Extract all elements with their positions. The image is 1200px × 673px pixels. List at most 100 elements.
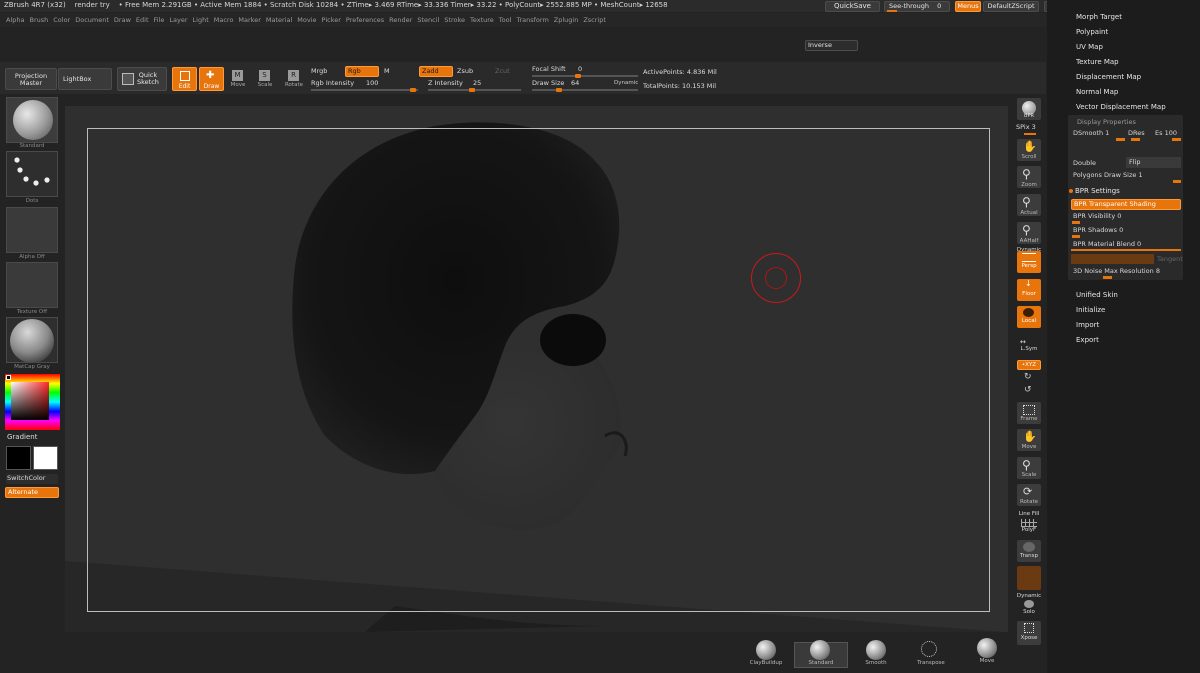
menus-toggle[interactable]: Menus [955, 1, 981, 12]
flip-button[interactable]: Flip [1126, 157, 1181, 168]
menu-zscript[interactable]: Zscript [583, 13, 606, 27]
menu-preferences[interactable]: Preferences [346, 13, 384, 27]
move-tool-button[interactable]: M Move [228, 68, 248, 90]
linefill-polyf-button[interactable]: Line Fill PolyF [1015, 511, 1043, 535]
color-saturation-square[interactable] [11, 382, 49, 420]
menu-document[interactable]: Document [75, 13, 109, 27]
brush-thumbnail[interactable] [6, 97, 58, 143]
subpalette-import[interactable]: Import [1076, 321, 1099, 329]
zadd-button[interactable]: Zadd [419, 66, 453, 77]
subpalette-polypaint[interactable]: Polypaint [1076, 28, 1108, 36]
menu-layer[interactable]: Layer [169, 13, 187, 27]
subpalette-normal-map[interactable]: Normal Map [1076, 88, 1118, 96]
menu-marker[interactable]: Marker [238, 13, 260, 27]
rgb-button[interactable]: Rgb [345, 66, 379, 77]
smooth-brush[interactable] [866, 640, 886, 660]
see-through-slider[interactable]: See-through 0 [884, 1, 950, 12]
m-button[interactable]: M [384, 67, 414, 77]
quicksave-button[interactable]: QuickSave [825, 1, 880, 12]
menu-file[interactable]: File [154, 13, 165, 27]
edit-button[interactable]: Edit [172, 67, 197, 91]
subpalette-initialize[interactable]: Initialize [1076, 306, 1105, 314]
projection-master-button[interactable]: Projection Master [5, 68, 57, 90]
spix-slider[interactable]: SPix 3 [1016, 123, 1044, 135]
alpha-thumbnail[interactable] [6, 207, 58, 253]
menu-material[interactable]: Material [266, 13, 292, 27]
rgb-intensity-slider[interactable]: Rgb Intensity 100 [311, 79, 418, 92]
bpr-visibility-slider[interactable]: BPR Visibility 0 [1073, 212, 1121, 220]
bpr-transparent-shading-toggle[interactable]: BPR Transparent Shading [1071, 199, 1181, 210]
move-brush[interactable] [977, 638, 997, 658]
menu-stencil[interactable]: Stencil [417, 13, 439, 27]
menu-transform[interactable]: Transform [516, 13, 548, 27]
rotate-tool-button[interactable]: R Rotate [284, 68, 304, 90]
zsub-button[interactable]: Zsub [457, 67, 487, 77]
stroke-thumbnail[interactable] [6, 151, 58, 197]
menu-light[interactable]: Light [193, 13, 209, 27]
persp-button[interactable]: Persp [1017, 251, 1041, 273]
es-slider[interactable]: Es 100 [1155, 129, 1177, 137]
menu-edit[interactable]: Edit [136, 13, 149, 27]
xyz-button[interactable]: •XYZ [1017, 360, 1041, 370]
bpr-shadows-slider[interactable]: BPR Shadows 0 [1073, 226, 1123, 234]
standard-brush[interactable] [810, 640, 830, 660]
menu-picker[interactable]: Picker [322, 13, 341, 27]
dynamic-toggle[interactable]: Dynamic [614, 80, 638, 86]
menu-texture[interactable]: Texture [470, 13, 494, 27]
rotation-axis-icon[interactable]: ↻ [1024, 372, 1032, 382]
color-picker[interactable] [5, 374, 60, 430]
subpalette-uv-map[interactable]: UV Map [1076, 43, 1103, 51]
alternate-button[interactable]: Alternate [5, 487, 59, 498]
draw-size-slider[interactable]: Draw Size 64 Dynamic [532, 79, 638, 92]
texture-thumbnail[interactable] [6, 262, 58, 308]
menu-stroke[interactable]: Stroke [444, 13, 465, 27]
xpose-button[interactable]: Xpose [1017, 621, 1041, 645]
bpr-button[interactable]: BPR [1017, 98, 1041, 120]
mrgb-button[interactable]: Mrgb [311, 67, 341, 77]
lightbox-button[interactable]: LightBox [58, 68, 112, 90]
floor-button[interactable]: ↓ Floor [1017, 279, 1041, 301]
inverse-button[interactable]: Inverse [805, 40, 858, 51]
dres-slider[interactable]: DRes [1128, 129, 1145, 137]
menu-movie[interactable]: Movie [297, 13, 316, 27]
zcut-button[interactable]: Zcut [495, 67, 520, 77]
menu-color[interactable]: Color [53, 13, 70, 27]
menu-draw[interactable]: Draw [114, 13, 131, 27]
lsym-button[interactable]: ↔ L.Sym [1017, 338, 1041, 354]
bpr-settings-header[interactable]: BPR Settings [1075, 187, 1120, 195]
noise-max-resolution-slider[interactable]: 3D Noise Max Resolution 8 [1073, 267, 1160, 275]
draw-button[interactable]: ✚ Draw [199, 67, 224, 91]
material-thumbnail[interactable] [6, 317, 58, 363]
focal-shift-slider[interactable]: Focal Shift 0 [532, 65, 638, 78]
menu-macro[interactable]: Macro [214, 13, 234, 27]
main-color-swatch[interactable] [6, 446, 31, 470]
subpalette-export[interactable]: Export [1076, 336, 1099, 344]
quick-sketch-button[interactable]: Quick Sketch [117, 67, 167, 91]
dsmooth-slider[interactable]: DSmooth 1 [1073, 129, 1109, 137]
bpr-material-blend-slider[interactable]: BPR Material Blend 0 [1073, 240, 1141, 248]
default-zscript-button[interactable]: DefaultZScript [983, 1, 1039, 12]
menu-alpha[interactable]: Alpha [6, 13, 24, 27]
subpalette-displacement-map[interactable]: Displacement Map [1076, 73, 1141, 81]
switch-color-button[interactable]: SwitchColor [6, 474, 58, 484]
secondary-color-swatch[interactable] [33, 446, 58, 470]
double-button[interactable]: Double [1073, 159, 1096, 167]
subpalette-morph-target[interactable]: Morph Target [1076, 13, 1122, 21]
menu-zplugin[interactable]: Zplugin [554, 13, 579, 27]
scale-tool-button[interactable]: S Scale [255, 68, 275, 90]
subpalette-unified-skin[interactable]: Unified Skin [1076, 291, 1118, 299]
transp-button[interactable]: Transp [1017, 540, 1041, 562]
polygons-draw-size-slider[interactable]: Polygons Draw Size 1 [1073, 171, 1143, 179]
menu-tool[interactable]: Tool [499, 13, 512, 27]
solo-button[interactable]: Dynamic Solo [1017, 593, 1041, 617]
subpalette-vector-displacement-map[interactable]: Vector Displacement Map [1076, 103, 1166, 111]
menu-render[interactable]: Render [389, 13, 412, 27]
subpalette-texture-map[interactable]: Texture Map [1076, 58, 1119, 66]
display-properties-header[interactable]: Display Properties [1077, 118, 1136, 126]
claybuildup-brush[interactable] [756, 640, 776, 660]
ghost-button[interactable] [1017, 566, 1041, 590]
transpose-icon[interactable] [921, 641, 937, 657]
z-intensity-slider[interactable]: Z Intensity 25 [428, 79, 521, 92]
local-button[interactable]: Local [1017, 306, 1041, 328]
rotation-axis-icon-2[interactable]: ↺ [1024, 385, 1032, 395]
